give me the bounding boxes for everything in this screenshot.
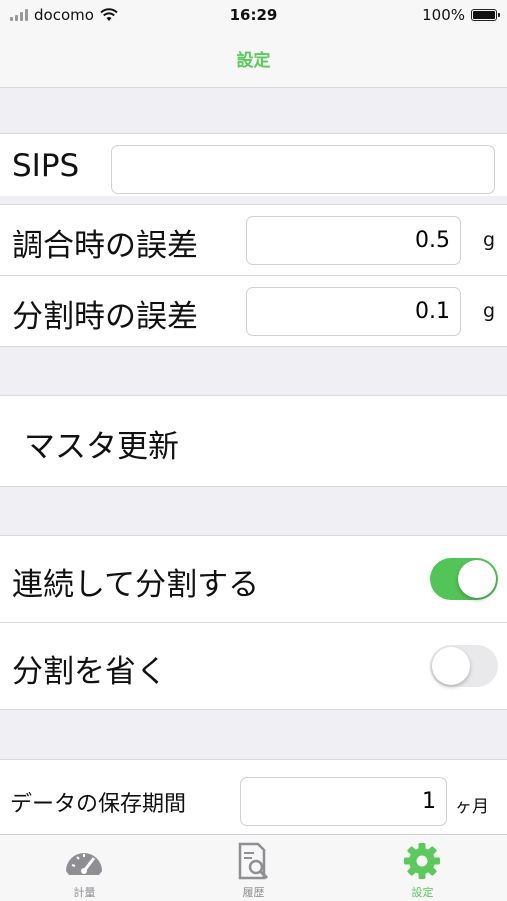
split-error-row: 分割時の誤差 g [0, 276, 507, 346]
tab-history[interactable]: 履歴 [169, 835, 338, 901]
retention-unit: ヶ月 [455, 797, 489, 817]
continuous-split-label: 連続して分割する [12, 567, 260, 603]
tab-settings[interactable]: 設定 [338, 835, 507, 901]
navigation-bar: 設定 [0, 30, 507, 88]
gauge-icon [66, 853, 102, 875]
sips-input[interactable] [111, 145, 495, 194]
split-error-label: 分割時の誤差 [12, 299, 198, 335]
omit-split-label: 分割を省く [12, 654, 167, 690]
retention-row: データの保存期間 ヶ月 [0, 760, 507, 834]
separator [0, 346, 507, 347]
battery-icon [471, 9, 500, 21]
battery-percentage: 100% [422, 6, 465, 24]
mix-error-input[interactable] [246, 216, 461, 265]
sips-row: SIPS [0, 133, 507, 196]
toggle-knob [458, 560, 496, 598]
retention-input[interactable] [240, 777, 447, 826]
omit-split-toggle[interactable] [430, 645, 498, 687]
status-bar: docomo 16:29 100% [0, 0, 507, 30]
tab-weighing[interactable]: 計量 [0, 835, 169, 901]
history-icon [238, 842, 269, 880]
split-error-unit: g [483, 300, 496, 322]
toggle-knob [432, 647, 470, 685]
mix-error-label: 調合時の誤差 [12, 228, 198, 264]
split-error-input[interactable] [246, 287, 461, 336]
master-update-row[interactable]: マスタ更新 [0, 396, 507, 486]
gear-icon [404, 843, 440, 879]
status-right: 100% [422, 6, 500, 24]
omit-split-row: 分割を省く [0, 623, 507, 709]
tab-label: 計量 [73, 886, 96, 899]
separator [0, 709, 507, 710]
battery-fill [473, 11, 495, 19]
tab-label: 設定 [411, 886, 434, 899]
tab-label: 履歴 [242, 886, 265, 899]
sips-label: SIPS [12, 148, 80, 184]
retention-label: データの保存期間 [10, 792, 187, 817]
separator [0, 486, 507, 487]
master-update-label: マスタ更新 [24, 429, 179, 465]
separator [0, 133, 507, 134]
mix-error-row: 調合時の誤差 g [0, 205, 507, 275]
continuous-split-row: 連続して分割する [0, 536, 507, 622]
page-title: 設定 [236, 51, 271, 71]
mix-error-unit: g [483, 229, 496, 251]
continuous-split-toggle[interactable] [430, 558, 498, 600]
tab-bar: 計量 履歴 設定 [0, 834, 507, 901]
